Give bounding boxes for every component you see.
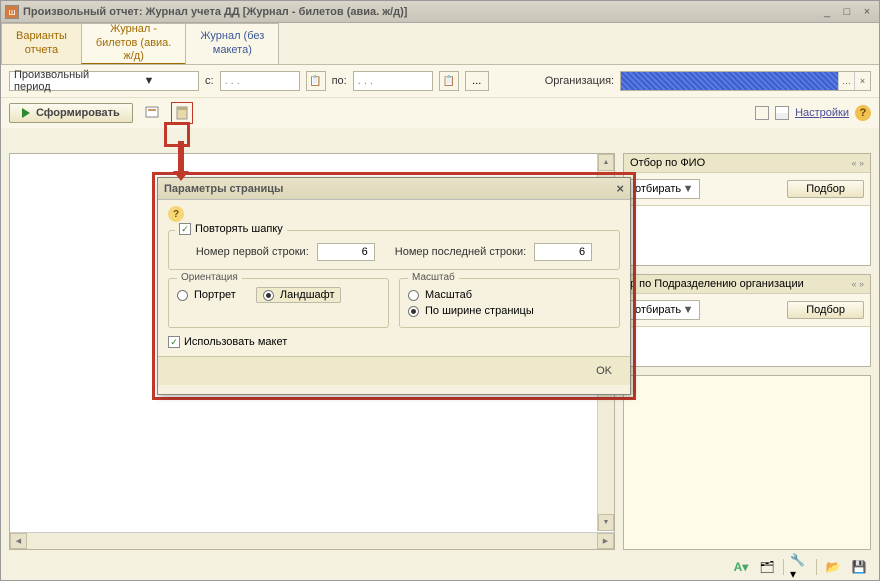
dropdown-icon[interactable]: ▼ (681, 183, 695, 195)
orientation-group: Ориентация Портрет Ландшафт (168, 278, 389, 328)
scroll-right-button[interactable]: ▶ (597, 533, 614, 549)
from-date-value: . . . (225, 75, 295, 87)
wrench-icon[interactable]: 🔧▾ (790, 558, 810, 576)
scroll-down-button[interactable]: ▼ (598, 514, 614, 531)
dialog-titlebar: Параметры страницы × (158, 178, 630, 200)
tab-variants[interactable]: Варианты отчета (1, 23, 82, 64)
bottom-toolbar: A▾ 🗂 🔧▾ 📂 💾 (731, 558, 869, 576)
fio-pick-button[interactable]: Подбор (787, 180, 864, 198)
horizontal-scrollbar[interactable]: ◀ ▶ (10, 532, 614, 549)
use-layout-checkbox[interactable]: ✓ (168, 336, 180, 348)
portrait-label: Портрет (194, 289, 236, 301)
font-icon[interactable]: A▾ (731, 558, 751, 576)
panel-collapse-icon[interactable]: « » (851, 158, 864, 168)
spacer-panel (623, 375, 871, 550)
use-layout-label: Использовать макет (184, 336, 287, 348)
run-report-button[interactable]: Сформировать (9, 103, 133, 123)
filter-fio-title: Отбор по ФИО (630, 157, 705, 169)
from-label: с: (205, 75, 214, 87)
close-button[interactable]: × (859, 5, 875, 19)
repeat-header-label: Повторять шапку (195, 223, 283, 235)
titlebar: ш Произвольный отчет: Журнал учета ДД [Ж… (1, 1, 879, 23)
scale-legend: Масштаб (408, 272, 459, 283)
portrait-radio[interactable]: Портрет (177, 287, 236, 303)
landscape-label: Ландшафт (280, 289, 335, 301)
from-date-field[interactable]: . . . (220, 71, 300, 91)
tab-journal-tickets[interactable]: Журнал - билетов (авиа. ж/д) (81, 23, 187, 64)
filter-dept-panel: р по Подразделению организации « » отбир… (623, 274, 871, 367)
first-row-label: Номер первой строки: (196, 246, 309, 258)
to-date-value: . . . (358, 75, 428, 87)
settings-link[interactable]: Настройки (795, 107, 849, 119)
scroll-up-button[interactable]: ▲ (598, 154, 614, 171)
ok-button[interactable]: OK (588, 363, 620, 379)
orientation-legend: Ориентация (177, 272, 242, 283)
first-row-field[interactable] (317, 243, 375, 261)
to-calendar-button[interactable]: 📋 (439, 71, 459, 91)
save-icon[interactable]: 💾 (849, 558, 869, 576)
dept-mode-select[interactable]: отбирать ▼ (630, 300, 700, 320)
help-icon[interactable]: ? (855, 105, 871, 121)
view-mode1-icon[interactable] (755, 106, 769, 120)
org-clear-button[interactable]: × (854, 72, 870, 90)
dept-mode-value: отбирать (635, 304, 681, 316)
scale-radio[interactable]: Масштаб (408, 287, 611, 303)
filter-fio-header[interactable]: Отбор по ФИО « » (624, 154, 870, 173)
period-value: Произвольный период (14, 69, 104, 93)
page-width-label: По ширине страницы (425, 305, 534, 317)
from-calendar-button[interactable]: 📋 (306, 71, 326, 91)
organization-field[interactable]: … × (620, 71, 871, 91)
period-toolbar: Произвольный период ▼ с: . . . 📋 по: . .… (1, 65, 879, 98)
page-width-radio[interactable]: По ширине страницы (408, 303, 611, 319)
scale-label: Масштаб (425, 289, 472, 301)
filter-fio-panel: Отбор по ФИО « » отбирать ▼ Подбор (623, 153, 871, 266)
scroll-left-button[interactable]: ◀ (10, 533, 27, 549)
last-row-label: Номер последней строки: (395, 246, 526, 258)
scale-group: Масштаб Масштаб По ширине страницы (399, 278, 620, 328)
fio-mode-value: отбирать (635, 183, 681, 195)
maximize-button[interactable]: □ (839, 5, 855, 19)
landscape-radio[interactable]: Ландшафт (256, 287, 342, 303)
org-label: Организация: (545, 75, 614, 87)
period-ellipsis-button[interactable]: ... (465, 71, 489, 91)
app-icon: ш (5, 5, 19, 19)
main-window: ш Произвольный отчет: Журнал учета ДД [Ж… (0, 0, 880, 581)
period-select[interactable]: Произвольный период ▼ (9, 71, 199, 91)
dialog-title: Параметры страницы (164, 183, 283, 195)
repeat-header-checkbox[interactable]: ✓ (179, 223, 191, 235)
tree-icon[interactable]: 🗂 (757, 558, 777, 576)
open-icon[interactable]: 📂 (823, 558, 843, 576)
fio-mode-select[interactable]: отбирать ▼ (630, 179, 700, 199)
action-toolbar: Сформировать Настройки ? (1, 98, 879, 128)
filter-dept-title: р по Подразделению организации (630, 278, 804, 290)
dialog-close-button[interactable]: × (616, 181, 624, 196)
minimize-button[interactable]: _ (819, 5, 835, 19)
to-date-field[interactable]: . . . (353, 71, 433, 91)
sidebar: Отбор по ФИО « » отбирать ▼ Подбор р по … (623, 153, 871, 550)
dialog-help-icon[interactable]: ? (168, 206, 184, 222)
filter-dept-header[interactable]: р по Подразделению организации « » (624, 275, 870, 294)
view-mode2-icon[interactable] (775, 106, 789, 120)
org-ellipsis-button[interactable]: … (838, 72, 854, 90)
repeat-header-group: ✓ Повторять шапку Номер первой строки: Н… (168, 230, 620, 270)
print-settings-icon[interactable] (141, 102, 163, 124)
page-setup-icon[interactable] (171, 102, 193, 124)
tabs-bar: Варианты отчета Журнал - билетов (авиа. … (1, 23, 879, 65)
tab-journal-no-layout[interactable]: Журнал (без макета) (185, 23, 279, 64)
period-dropdown-icon[interactable]: ▼ (104, 75, 194, 87)
dropdown-icon[interactable]: ▼ (681, 304, 695, 316)
to-label: по: (332, 75, 347, 87)
panel-collapse-icon[interactable]: « » (851, 279, 864, 289)
page-settings-dialog: Параметры страницы × ? ✓ Повторять шапку… (157, 177, 631, 395)
play-icon (22, 108, 30, 118)
dept-pick-button[interactable]: Подбор (787, 301, 864, 319)
run-report-label: Сформировать (36, 107, 120, 119)
callout-arrow-icon (173, 141, 189, 179)
last-row-field[interactable] (534, 243, 592, 261)
window-title: Произвольный отчет: Журнал учета ДД [Жур… (23, 6, 819, 18)
